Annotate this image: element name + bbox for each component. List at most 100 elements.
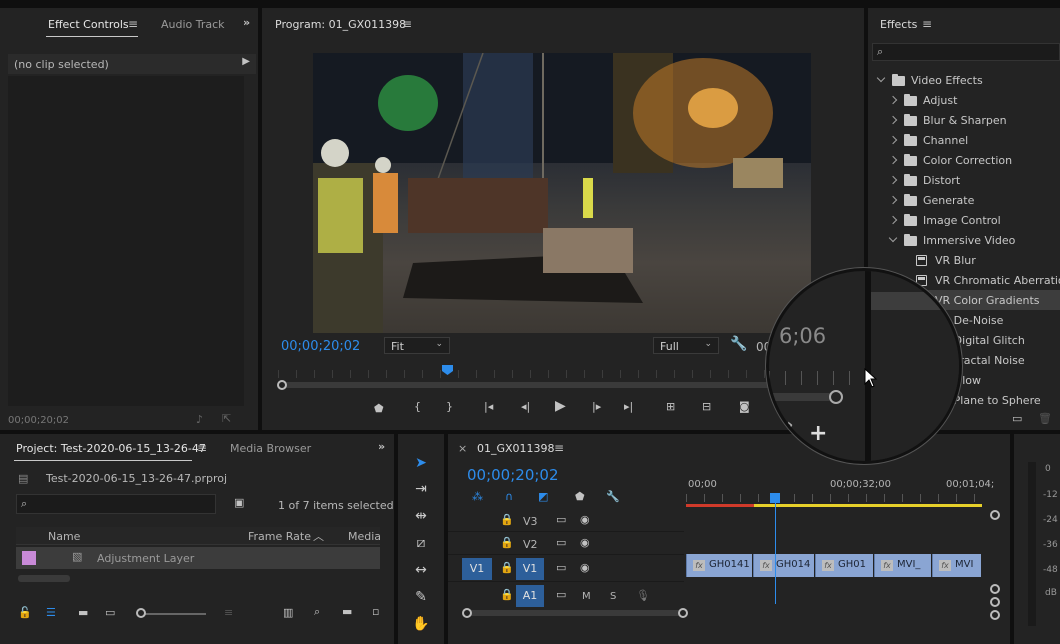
microphone-icon[interactable]: 🎙 [636,589,650,602]
eye-icon[interactable]: ◉ [580,561,590,574]
vscroll-bottom[interactable] [990,584,1000,594]
chevron-down-icon[interactable] [888,233,898,243]
film-icon[interactable]: ▭ [556,561,566,574]
menu-icon[interactable]: ≡ [554,441,564,455]
tab-project[interactable]: Project: Test-2020-06-15_13-26-47 [16,442,206,455]
clip[interactable]: fx MVI_ [874,554,931,577]
wrench-icon[interactable]: 🔧 [606,490,620,503]
effect-folder[interactable]: Generate [868,190,1058,210]
col-media[interactable]: Media [348,530,381,543]
zoom-slider[interactable] [140,613,206,615]
new-bin-icon[interactable]: ▭ [1012,412,1022,425]
clip[interactable]: fx GH01 [815,554,873,577]
sequence-tab[interactable]: 01_GX011398 [477,442,555,455]
effect-folder[interactable]: Color Correction [868,150,1058,170]
expand-icon[interactable]: » [783,415,793,434]
film-icon[interactable]: ▭ [556,513,566,526]
menu-icon[interactable]: ≡ [128,17,138,31]
mark-in-icon[interactable]: { [414,400,421,413]
effect-folder[interactable]: Immersive Video [868,230,1058,250]
zoom-slider-handle[interactable] [136,608,146,618]
timeline-scroll-end[interactable] [678,608,688,618]
chevron-right-icon[interactable] [888,175,898,185]
tab-media-browser[interactable]: Media Browser [230,442,311,455]
ripple-edit-icon[interactable]: ⇹ [410,505,432,527]
extract-icon[interactable]: ⊟ [702,400,711,413]
search-icon[interactable]: ⌕ [314,605,320,619]
effect-folder[interactable]: Distort [868,170,1058,190]
effect-item[interactable]: VR Blur [868,250,1058,270]
chevron-right-icon[interactable] [888,215,898,225]
fit-dropdown[interactable]: Fit ⌄ [384,337,450,354]
icon-view-icon[interactable]: ▬ [78,606,88,619]
slip-icon[interactable]: ↔ [410,559,432,581]
snap-icon[interactable]: ∩ [505,490,513,503]
program-timecode[interactable]: 00;00;20;02 [281,339,360,354]
label-color-swatch[interactable] [22,551,36,565]
list-view-icon[interactable]: ☰ [46,606,56,619]
lift-icon[interactable]: ⊞ [666,400,675,413]
close-icon[interactable]: × [458,442,467,455]
tab-audio-track[interactable]: Audio Track [161,18,225,31]
pen-icon[interactable]: ✎ [410,586,432,608]
scrub-start-handle[interactable] [277,380,287,390]
effects-search-input[interactable]: ⌕ [872,43,1060,61]
vscroll-a-bottom[interactable] [990,610,1000,620]
chevron-down-icon[interactable] [876,73,886,83]
go-to-out-icon[interactable]: ▸| [624,400,633,413]
effect-folder[interactable]: Blur & Sharpen [868,110,1058,130]
audio-icon[interactable]: ♪ [196,413,203,426]
mark-out-icon[interactable]: } [446,400,453,413]
track-target-a1[interactable]: A1 [516,585,544,607]
film-icon[interactable]: ▭ [556,536,566,549]
marker-icon[interactable]: ⬟ [374,402,384,415]
col-frame-rate[interactable]: Frame Rate [248,530,311,543]
nest-icon[interactable]: ⁂ [472,490,483,503]
new-item-icon[interactable]: ▫ [372,605,379,618]
expand-icon[interactable]: » [378,440,385,453]
mute-button[interactable]: M [582,591,591,602]
folder-icon[interactable]: ▬ [342,605,352,618]
bin-search-icon[interactable]: ▣ [234,496,244,509]
chevron-right-icon[interactable] [888,115,898,125]
solo-button[interactable]: S [610,591,616,602]
project-search-input[interactable]: ⌕ [16,494,216,514]
vscroll-a-top[interactable] [990,597,1000,607]
track-target-v1[interactable]: V1 [516,558,544,580]
step-back-icon[interactable]: ◂| [521,400,530,413]
chevron-right-icon[interactable] [888,135,898,145]
menu-icon[interactable]: ≡ [402,17,412,31]
lock-icon[interactable]: 🔓 [18,606,32,619]
effect-folder[interactable]: Channel [868,130,1058,150]
project-item[interactable]: ▧ Adjustment Layer [16,547,380,569]
play-icon[interactable]: ▶ [555,398,566,414]
trash-icon[interactable]: 🗑 [1038,412,1052,425]
lock-icon[interactable]: 🔒 [500,513,514,526]
track-label[interactable]: V2 [523,538,538,551]
effect-folder[interactable]: Adjust [868,90,1058,110]
scrub-track[interactable] [282,382,834,388]
project-hscroll[interactable] [18,575,70,582]
quality-dropdown[interactable]: Full ⌄ [653,337,719,354]
step-forward-icon[interactable]: |▸ [592,400,601,413]
track-label[interactable]: V3 [523,515,538,528]
track-select-icon[interactable]: ⇥ [410,478,432,500]
timeline-hscroll[interactable] [466,610,684,616]
eye-icon[interactable]: ◉ [580,513,590,526]
camera-icon[interactable]: ◙ [739,400,750,413]
film-icon[interactable]: ▭ [556,588,566,601]
timeline-timecode[interactable]: 00;00;20;02 [467,466,559,484]
sort-icon[interactable]: ≡ [224,606,233,619]
expand-icon[interactable]: » [243,16,250,29]
automate-icon[interactable]: ▥ [283,606,293,619]
freeform-view-icon[interactable]: ▭ [105,606,115,619]
chevron-right-icon[interactable]: ▶ [242,56,250,67]
effect-folder[interactable]: Video Effects [868,70,1058,90]
chevron-right-icon[interactable] [888,195,898,205]
add-button-icon[interactable]: + [809,421,827,446]
clip[interactable]: fx GH014 [753,554,814,577]
hand-icon[interactable]: ✋ [410,613,432,635]
effect-folder[interactable]: Image Control [868,210,1058,230]
lock-icon[interactable]: 🔒 [500,561,514,574]
source-patch-v1[interactable]: V1 [462,558,492,580]
